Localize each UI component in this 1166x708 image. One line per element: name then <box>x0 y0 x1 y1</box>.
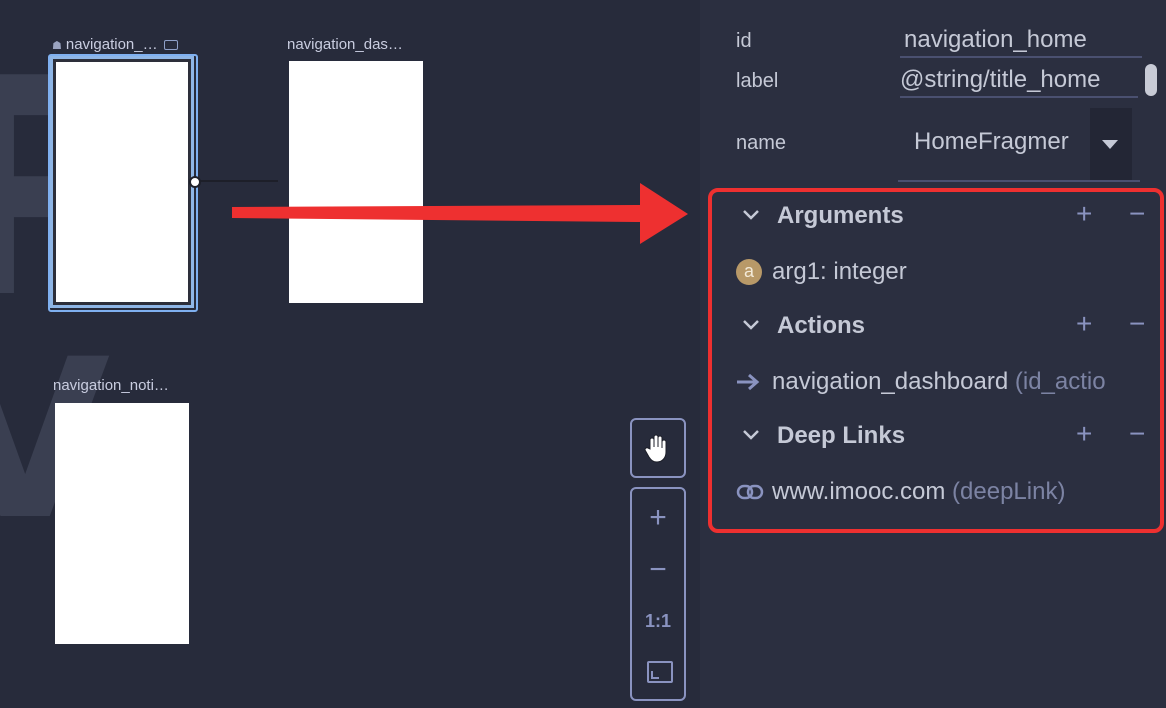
panel-scrollbar[interactable] <box>1145 64 1157 96</box>
name-dropdown-chevron-icon[interactable] <box>1090 108 1132 180</box>
label-field[interactable]: @string/title_home <box>900 66 1138 98</box>
id-label: id <box>736 30 752 52</box>
label-label: label <box>736 70 779 92</box>
name-label: name <box>736 132 787 154</box>
name-field[interactable]: HomeFragmer <box>898 128 1104 158</box>
id-field[interactable]: navigation_home <box>900 26 1142 58</box>
name-field-underline <box>898 180 1140 182</box>
annotation-highlight-box <box>708 188 1164 533</box>
